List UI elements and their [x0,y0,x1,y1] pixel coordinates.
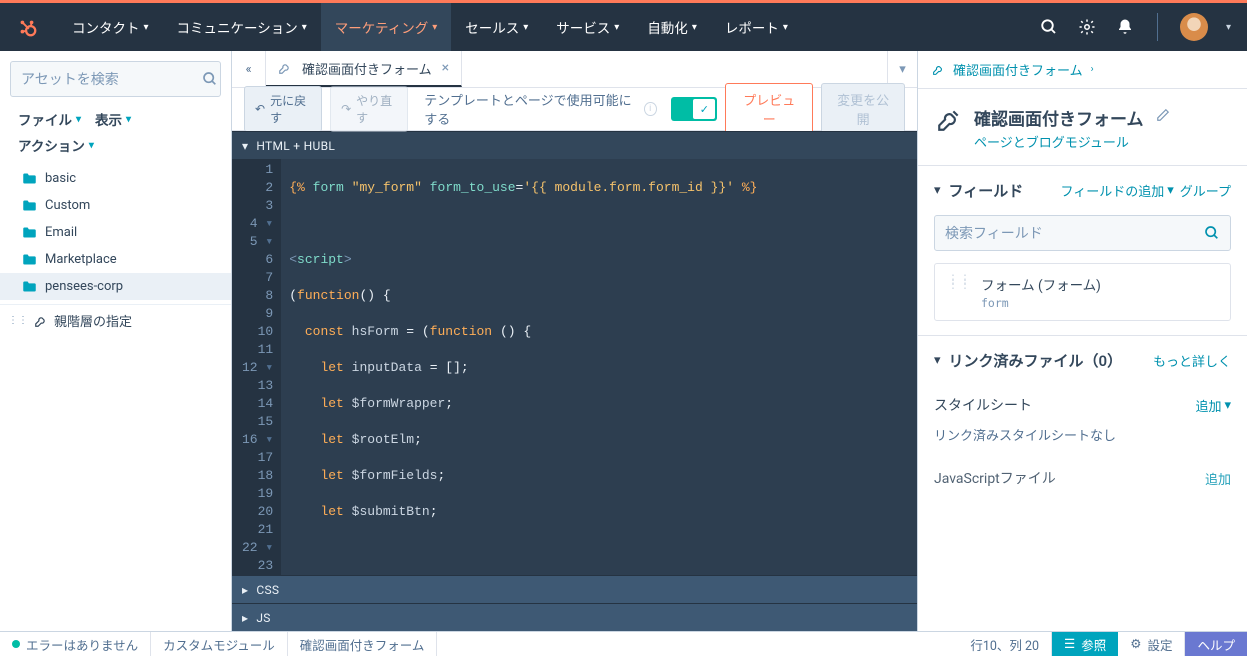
folder-icon [22,226,37,239]
settings-button[interactable]: ⚙設定 [1118,632,1185,656]
add-stylesheet-link[interactable]: 追加 ▾ [1195,396,1231,415]
tab-menu-chevron[interactable]: ▾ [887,51,917,87]
nav-contacts[interactable]: コンタクト▾ [58,3,163,51]
folder-icon [22,199,37,212]
module-title: 確認画面付きフォーム [974,105,1144,130]
help-button[interactable]: ヘルプ [1185,632,1247,656]
collapse-left-icon[interactable]: « [232,51,266,87]
breadcrumb-custom-module[interactable]: カスタムモジュール [151,632,288,656]
search-icon[interactable] [202,71,218,87]
section-fields[interactable]: ▾ フィールド フィールドの追加 ▾ グループ [918,166,1247,215]
account-menu-chevron[interactable]: ▾ [1226,22,1231,33]
chevron-right-icon: ▸ [242,583,248,597]
add-field-link[interactable]: フィールドの追加 ▾ [1060,181,1173,200]
breadcrumb[interactable]: 確認画面付きフォーム › [918,51,1247,89]
wrench-icon [936,107,962,151]
menu-file[interactable]: ファイル▾ [18,109,81,129]
tab-bar: « 確認画面付きフォーム × ▾ [232,51,917,88]
folder-email[interactable]: Email [0,219,231,246]
chevron-right-icon: › [1091,64,1094,75]
bell-icon[interactable] [1115,17,1135,37]
section-linked-files[interactable]: ▾ リンク済みファイル（0） もっと詳しく [918,336,1247,385]
js-file-label: JavaScriptファイル [934,468,1056,488]
folder-basic[interactable]: basic [0,165,231,192]
search-icon[interactable] [1204,225,1220,241]
code-editor[interactable]: 1234 ▾5 ▾6789101112 ▾13141516 ▾171819202… [232,159,917,575]
avatar[interactable] [1180,13,1208,41]
ancestor-spec[interactable]: ⋮⋮ 親階層の指定 [0,304,231,336]
preview-button[interactable]: プレビュー [725,83,813,135]
breadcrumb-module-name[interactable]: 確認画面付きフォーム [288,632,438,656]
right-panel: 確認画面付きフォーム › 確認画面付きフォーム ページとブログモジュール ▾ フ… [917,51,1247,631]
main-nav: コンタクト▾ コミュニケーション▾ マーケティング▾ セールス▾ サービス▾ 自… [0,3,1247,51]
drag-handle-icon: ⋮⋮⋮⋮ [947,274,971,287]
stylesheet-none: リンク済みスタイルシートなし [918,425,1247,458]
line-gutter: 1234 ▾5 ▾6789101112 ▾13141516 ▾171819202… [232,159,281,575]
chevron-right-icon: ▸ [242,611,248,625]
stylesheet-label: スタイルシート [934,395,1032,415]
tab-title: 確認画面付きフォーム [302,59,432,78]
wrench-icon [932,63,945,76]
info-icon[interactable]: i [644,102,657,116]
asset-search-input[interactable] [21,71,202,87]
chevron-down-icon: ▾ [934,353,941,368]
folder-tree: basic Custom Email Marketplace pensees-c… [0,161,231,304]
check-icon: ✓ [693,99,715,119]
wrench-icon [34,314,48,328]
asset-search[interactable] [10,61,221,97]
section-html-hubl[interactable]: ▾HTML + HUBL [232,131,917,159]
reference-button[interactable]: ☰参照 [1052,632,1118,656]
folder-icon [22,280,37,293]
redo-button: ↷やり直す [330,86,408,132]
chevron-down-icon: ▾ [242,139,248,153]
drag-handle-icon: ⋮⋮ [8,319,28,323]
status-bar: エラーはありません カスタムモジュール 確認画面付きフォーム 行10、列 20 … [0,631,1247,656]
nav-communication[interactable]: コミュニケーション▾ [163,3,321,51]
field-search[interactable] [934,215,1231,251]
nav-report[interactable]: レポート▾ [711,3,802,51]
cursor-position: 行10、列 20 [958,632,1052,656]
publish-button: 変更を公開 [821,83,905,135]
tab-module[interactable]: 確認画面付きフォーム × [266,51,462,87]
status-dot-icon [12,640,20,648]
redo-icon: ↷ [341,102,351,116]
folder-icon [22,172,37,185]
gear-icon[interactable] [1077,17,1097,37]
availability-toggle[interactable]: ✓ [671,97,718,121]
field-search-input[interactable] [945,225,1204,241]
menu-action[interactable]: アクション▾ [18,135,94,155]
close-icon[interactable]: × [442,60,449,76]
nav-automation[interactable]: 自動化▾ [633,3,711,51]
folder-marketplace[interactable]: Marketplace [0,246,231,273]
gear-icon: ⚙ [1130,636,1141,652]
module-subtitle-link[interactable]: ページとブログモジュール [974,132,1144,151]
folder-custom[interactable]: Custom [0,192,231,219]
nav-marketing[interactable]: マーケティング▾ [321,3,451,51]
group-link[interactable]: グループ [1180,181,1231,200]
folder-pensees-corp[interactable]: pensees-corp [0,273,231,300]
field-card-form[interactable]: ⋮⋮⋮⋮ フォーム (フォーム) form [934,263,1231,321]
nav-sales[interactable]: セールス▾ [451,3,542,51]
chevron-down-icon: ▾ [934,183,941,198]
add-js-link[interactable]: 追加 [1205,469,1231,488]
list-icon: ☰ [1064,636,1075,652]
undo-button[interactable]: ↶元に戻す [244,86,322,132]
search-icon[interactable] [1039,17,1059,37]
editor-toolbar: ↶元に戻す ↷やり直す テンプレートとページで使用可能にする i ✓ プレビュー… [232,88,917,131]
code-content[interactable]: {% form "my_form" form_to_use='{{ module… [281,159,917,575]
section-css[interactable]: ▸CSS [232,575,917,603]
nav-service[interactable]: サービス▾ [542,3,633,51]
section-js[interactable]: ▸JS [232,603,917,631]
wrench-icon [278,61,292,75]
edit-icon[interactable] [1156,108,1170,151]
hubspot-logo[interactable] [16,16,38,38]
menu-view[interactable]: 表示▾ [95,109,131,129]
availability-label: テンプレートとページで使用可能にする [424,90,632,128]
left-panel: ファイル▾ 表示▾ アクション▾ basic Custom Email Mark… [0,51,232,631]
more-link[interactable]: もっと詳しく [1153,351,1231,370]
undo-icon: ↶ [255,102,265,116]
error-status[interactable]: エラーはありません [0,632,151,656]
folder-icon [22,253,37,266]
